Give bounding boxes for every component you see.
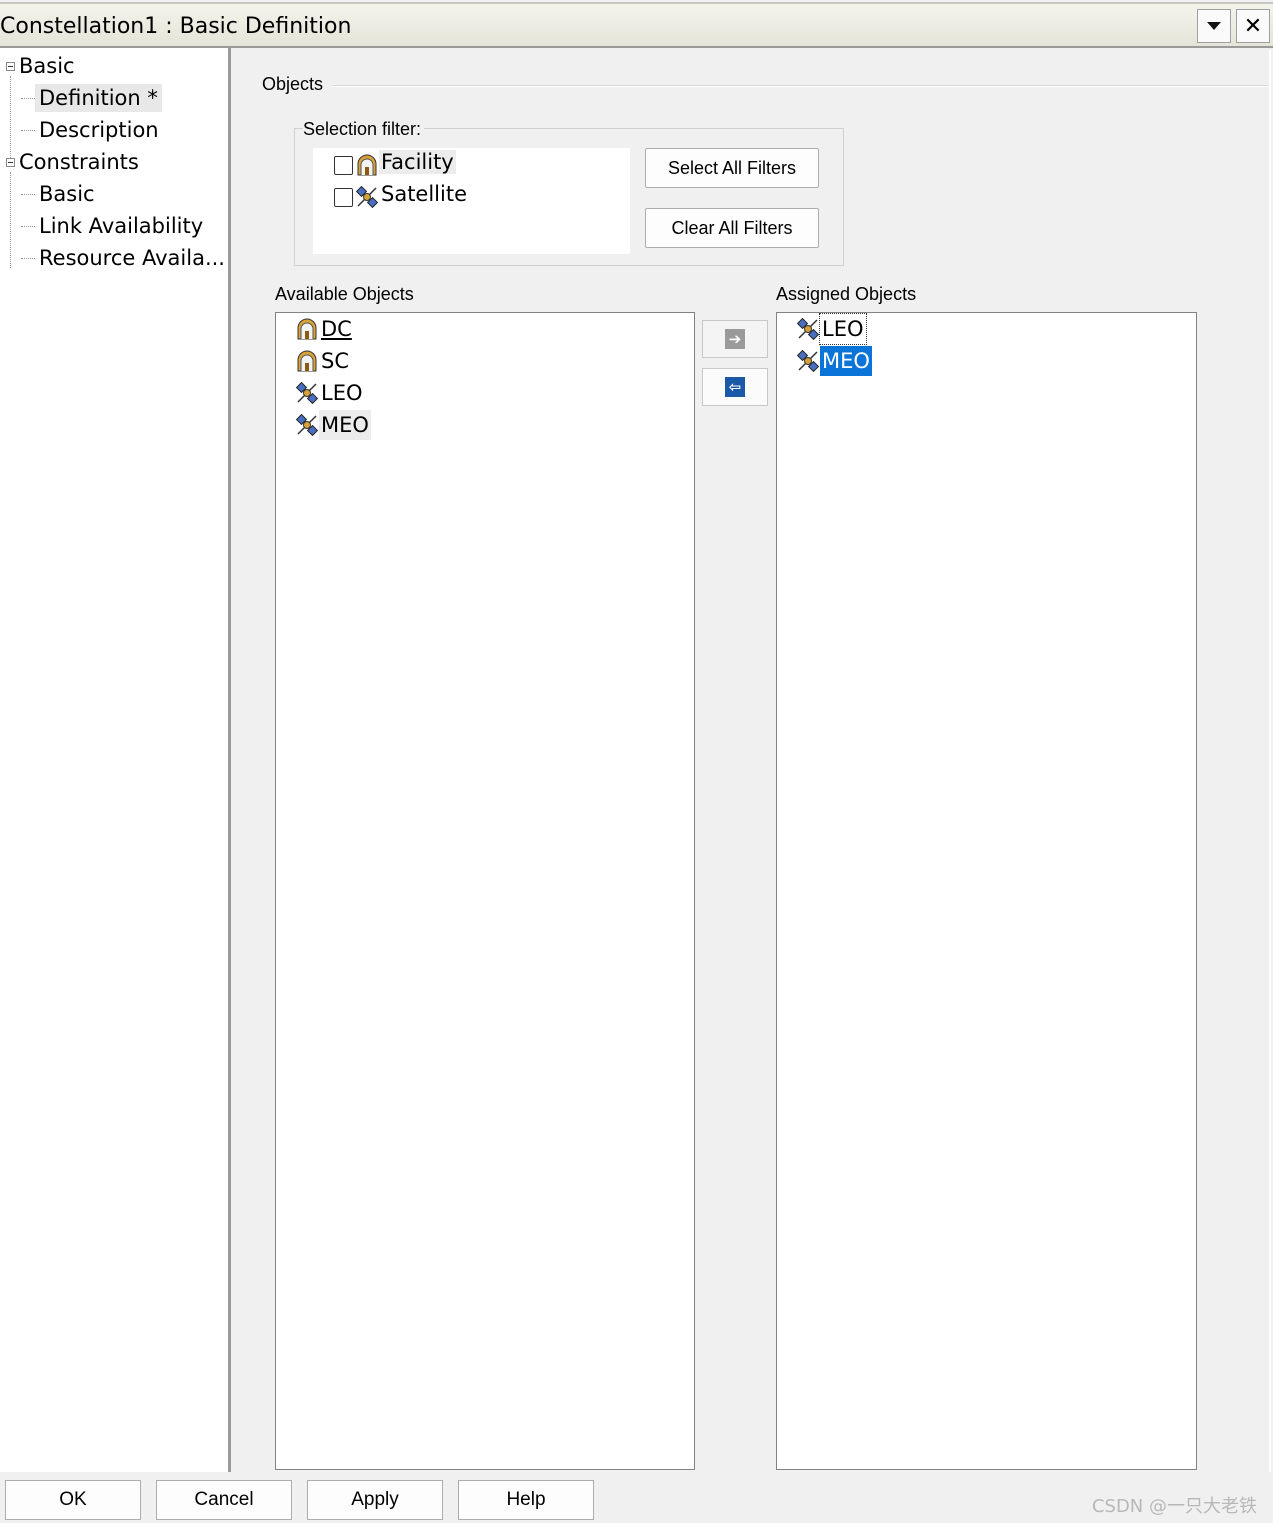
tree-node-definition[interactable]: Definition *: [35, 84, 162, 112]
available-item-dc[interactable]: DC: [296, 314, 354, 344]
tree-node-resource-availability[interactable]: Resource Availa...: [39, 244, 225, 272]
close-button[interactable]: ✕: [1236, 9, 1270, 43]
facility-icon: [297, 318, 317, 340]
collapse-constraints-icon[interactable]: [6, 158, 15, 167]
select-all-filters-button[interactable]: Select All Filters: [645, 148, 819, 188]
tree-connector: [21, 194, 35, 195]
tree-node-constraints-basic[interactable]: Basic: [39, 180, 95, 208]
triangle-down-icon: [1207, 22, 1221, 30]
tree-node-constraints[interactable]: Constraints: [19, 148, 139, 176]
list-item-label: DC: [321, 317, 352, 341]
ok-button[interactable]: OK: [5, 1480, 141, 1520]
facility-filter-checkbox[interactable]: [334, 156, 353, 175]
title-bar: Constellation1 : Basic Definition ✕: [0, 2, 1273, 48]
collapse-basic-icon[interactable]: [6, 62, 15, 71]
move-left-button[interactable]: ⇦: [702, 368, 768, 406]
tree-node-link-availability[interactable]: Link Availability: [39, 212, 203, 240]
available-objects-label: Available Objects: [275, 284, 414, 304]
available-item-leo[interactable]: LEO: [296, 378, 365, 408]
satellite-icon: [797, 350, 819, 372]
cancel-button[interactable]: Cancel: [156, 1480, 292, 1520]
watermark: CSDN @一只大老铁: [1091, 1496, 1257, 1517]
tree-connector: [21, 226, 35, 227]
available-item-sc[interactable]: SC: [296, 346, 351, 376]
list-item-label: MEO: [319, 410, 371, 440]
satellite-icon: [296, 382, 318, 404]
move-right-button[interactable]: ➔: [702, 320, 768, 358]
facility-icon: [357, 154, 377, 176]
satellite-icon: [797, 318, 819, 340]
close-icon: ✕: [1243, 13, 1263, 38]
group-divider: [332, 85, 1268, 87]
tree-node-description[interactable]: Description: [39, 116, 159, 144]
navigation-tree: Basic Definition * Description Constrain…: [0, 48, 231, 1472]
available-objects-list[interactable]: [275, 312, 695, 1470]
facility-filter-label[interactable]: Facility: [379, 150, 456, 174]
list-item-label: LEO: [819, 313, 867, 345]
tree-connector: [10, 172, 11, 268]
list-item-label: MEO: [820, 346, 872, 376]
window-menu-dropdown-button[interactable]: [1197, 9, 1231, 43]
satellite-icon: [356, 186, 378, 208]
list-item-label: LEO: [321, 381, 363, 405]
satellite-filter-label[interactable]: Satellite: [381, 182, 467, 206]
assigned-item-leo[interactable]: LEO: [797, 313, 867, 345]
tree-connector: [21, 130, 35, 131]
satellite-icon: [296, 414, 318, 436]
assigned-objects-label: Assigned Objects: [776, 284, 917, 304]
satellite-filter-checkbox[interactable]: [334, 188, 353, 207]
clear-all-filters-button[interactable]: Clear All Filters: [645, 208, 819, 248]
list-item-label: SC: [321, 349, 349, 373]
apply-button[interactable]: Apply: [307, 1480, 443, 1520]
tree-connector: [21, 98, 35, 99]
facility-icon: [297, 350, 317, 372]
assigned-objects-list[interactable]: [776, 312, 1197, 1470]
arrow-right-icon: ➔: [725, 329, 745, 349]
tree-connector: [21, 258, 35, 259]
tree-node-basic[interactable]: Basic: [19, 52, 75, 80]
objects-group-label: Objects: [262, 74, 324, 94]
window-title: Constellation1 : Basic Definition: [0, 14, 352, 39]
selection-filter-label: Selection filter:: [303, 119, 425, 140]
assigned-item-meo[interactable]: MEO: [797, 346, 872, 376]
tree-connector: [10, 76, 11, 160]
available-item-meo[interactable]: MEO: [296, 410, 371, 440]
help-button[interactable]: Help: [458, 1480, 594, 1520]
arrow-left-icon: ⇦: [725, 377, 745, 397]
